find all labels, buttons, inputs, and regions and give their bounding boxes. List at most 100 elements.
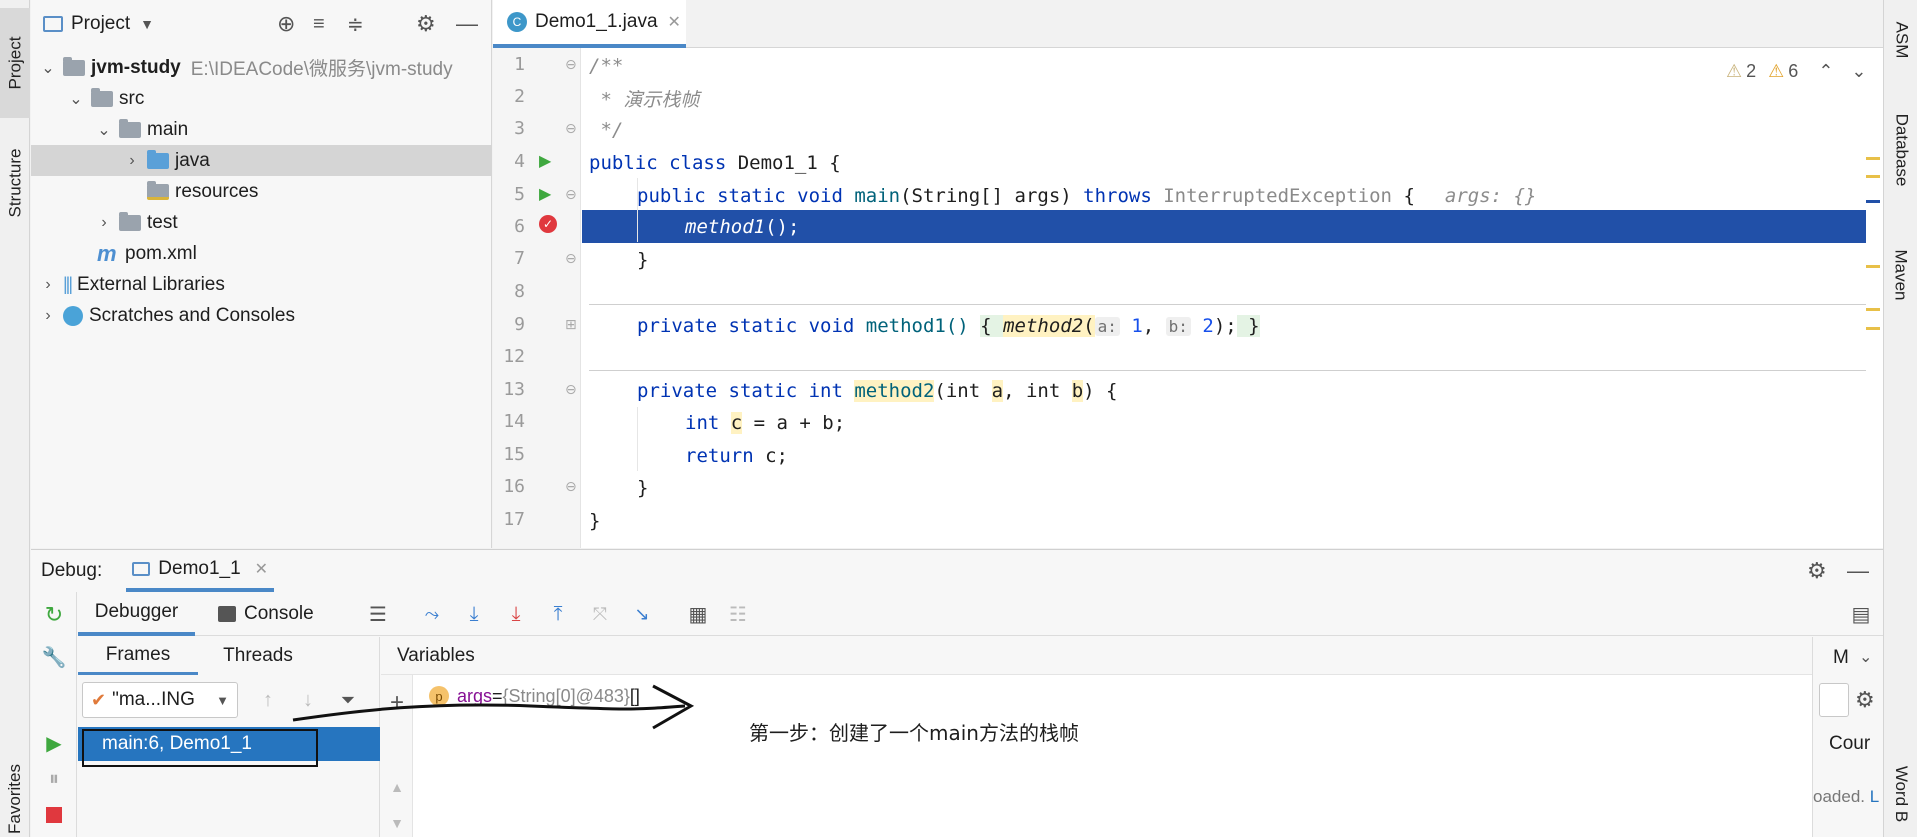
pause-icon[interactable]: ⏸ <box>41 766 67 792</box>
code-line-9[interactable]: private static void method1() { method2(… <box>637 310 1260 342</box>
code-line-16[interactable]: } <box>637 472 648 504</box>
debug-session-tab[interactable]: Demo1_1 ✕ <box>126 550 275 592</box>
code-line-7[interactable]: } <box>637 244 648 276</box>
tab-debugger[interactable]: Debugger <box>78 592 195 636</box>
fold-icon[interactable]: ⊖ <box>565 250 577 267</box>
tool-tab-database[interactable]: Database <box>1884 90 1917 210</box>
locate-icon[interactable]: ⊕ <box>277 11 295 37</box>
drop-frame-icon[interactable]: ⤧ <box>588 602 612 626</box>
chevron-right-icon[interactable]: › <box>97 214 111 232</box>
rerun-icon[interactable]: ↻ <box>41 602 67 628</box>
code-line-5[interactable]: public static void main (String[] args) t… <box>637 180 1536 212</box>
tool-tab-favorites[interactable]: Favorites <box>0 760 30 837</box>
chevron-right-icon[interactable]: › <box>125 152 139 170</box>
chevron-right-icon[interactable]: › <box>41 307 55 325</box>
breakpoint-icon[interactable]: ✓ <box>539 215 557 233</box>
chevron-down-icon[interactable]: ⌄ <box>1859 647 1872 667</box>
tree-item-pom[interactable]: m pom.xml <box>31 238 492 269</box>
fold-icon[interactable]: ⊖ <box>565 56 577 73</box>
chevron-down-icon[interactable]: ▼ <box>140 16 154 32</box>
code-line-15[interactable]: return c; <box>685 440 788 472</box>
minimize-icon[interactable]: — <box>1847 558 1869 584</box>
expand-all-icon[interactable]: ≡ <box>313 13 325 36</box>
show-execution-point-icon[interactable]: ⤳ <box>420 602 444 626</box>
stop-icon[interactable] <box>41 802 67 828</box>
subtab-threads[interactable]: Threads <box>198 637 318 675</box>
run-gutter-icon[interactable]: ▶ <box>539 151 551 171</box>
code-line-3[interactable]: */ <box>589 114 623 146</box>
tree-item-src[interactable]: ⌄ src <box>31 83 492 114</box>
subtab-threads-label: Threads <box>223 645 293 666</box>
line-number: 15 <box>503 444 525 465</box>
resume-icon[interactable]: ▶ <box>41 730 67 756</box>
collapse-all-icon[interactable]: ≑ <box>347 12 364 37</box>
editor-tab-demo1-1[interactable]: C Demo1_1.java ✕ <box>493 0 686 48</box>
close-icon[interactable]: ✕ <box>255 559 268 579</box>
tool-tab-asm-label: ASM <box>1892 21 1911 59</box>
gear-icon[interactable]: ⚙ <box>1807 558 1827 584</box>
tree-item-jvm-study[interactable]: ⌄ jvm-study E:\IDEACode\微服务\jvm-study <box>31 52 492 83</box>
variables-title: Variables <box>397 644 475 666</box>
thread-selector[interactable]: ✔ "ma...ING ▼ <box>82 682 238 718</box>
run-to-cursor-icon[interactable]: ↘ <box>630 602 654 626</box>
line-number: 5 <box>514 184 525 205</box>
code-line-17[interactable]: } <box>589 505 600 537</box>
fold-icon[interactable]: ⊖ <box>565 381 577 398</box>
layout-menu-icon[interactable]: ☰ <box>366 602 390 626</box>
evaluate-expression-icon[interactable]: ▦ <box>686 602 710 626</box>
tool-tab-project[interactable]: Project <box>0 8 30 118</box>
chevron-up-icon[interactable]: ▲ <box>385 775 409 799</box>
chevron-down-icon[interactable]: ⌄ <box>69 89 83 109</box>
code-line-6[interactable]: method1 (); <box>685 211 799 243</box>
chevron-down-icon[interactable]: ⌄ <box>1851 61 1866 82</box>
status-text-partial: oaded. L <box>1813 787 1879 807</box>
code-line-14[interactable]: int c = a + b; <box>685 407 845 439</box>
project-view-icon <box>43 16 63 32</box>
trace-icon[interactable]: ☷ <box>726 602 750 626</box>
left-tool-strip: Project Structure Favorites <box>0 0 30 837</box>
code-line-4[interactable]: public class Demo1_1 { <box>589 147 841 179</box>
tree-item-resources[interactable]: › resources <box>31 176 492 207</box>
search-field-partial[interactable] <box>1819 683 1849 717</box>
tree-item-main[interactable]: ⌄ main <box>31 114 492 145</box>
step-over-icon[interactable]: ⤓ <box>462 602 486 626</box>
tool-tab-word[interactable]: Word B <box>1884 750 1917 837</box>
subtab-frames[interactable]: Frames <box>78 637 198 675</box>
tool-tab-maven[interactable]: Maven <box>1884 225 1917 325</box>
error-stripe[interactable] <box>1866 95 1880 425</box>
tool-tab-asm[interactable]: ASM <box>1884 10 1917 70</box>
chevron-down-icon[interactable]: ⌄ <box>97 120 111 140</box>
expand-fold-icon[interactable]: ⊞ <box>565 316 577 333</box>
tree-item-java[interactable]: › java <box>31 145 492 176</box>
chevron-down-icon[interactable]: ⌄ <box>41 58 55 78</box>
chevron-right-icon[interactable]: › <box>41 276 55 294</box>
minimize-icon[interactable]: — <box>456 11 478 37</box>
tree-item-scratches[interactable]: › Scratches and Consoles <box>31 300 492 331</box>
gear-icon[interactable]: ⚙ <box>1855 687 1875 713</box>
loaded-link[interactable]: L <box>1870 787 1879 806</box>
restore-layout-icon[interactable]: ▤ <box>1848 602 1874 626</box>
step-out-icon[interactable]: ⤒ <box>546 602 570 626</box>
tab-console[interactable]: Console <box>218 592 338 636</box>
code-line-1[interactable]: /** <box>589 50 623 82</box>
right-tool-strip: ASM Database Maven Word B <box>1883 0 1917 837</box>
tool-tab-structure[interactable]: Structure <box>0 128 30 238</box>
fold-icon[interactable]: ⊖ <box>565 120 577 137</box>
fold-icon[interactable]: ⊖ <box>565 186 577 203</box>
code-line-2[interactable]: * 演示栈帧 <box>589 82 699 114</box>
wrench-icon[interactable]: 🔧 <box>41 644 67 670</box>
fold-icon[interactable]: ⊖ <box>565 478 577 495</box>
chevron-up-icon[interactable]: ⌃ <box>1818 61 1833 82</box>
thread-selector-value: "ma...ING <box>112 689 195 710</box>
inspection-widget[interactable]: ⚠ 2 ⚠ 6 ⌃ ⌄ <box>1726 58 1867 84</box>
close-icon[interactable]: ✕ <box>668 12 681 32</box>
tree-item-external-libraries[interactable]: › ||| External Libraries <box>31 269 492 300</box>
tree-item-test[interactable]: › test <box>31 207 492 238</box>
fold-separator <box>589 370 1866 371</box>
gear-icon[interactable]: ⚙ <box>416 11 436 37</box>
step-into-icon[interactable]: ⤓ <box>504 602 528 626</box>
code-line-13[interactable]: private static int method2 (int a, int b)… <box>637 375 1118 407</box>
arrow-up-icon[interactable]: ↑ <box>256 687 280 713</box>
chevron-down-icon[interactable]: ▼ <box>385 811 409 835</box>
run-gutter-icon[interactable]: ▶ <box>539 184 551 204</box>
